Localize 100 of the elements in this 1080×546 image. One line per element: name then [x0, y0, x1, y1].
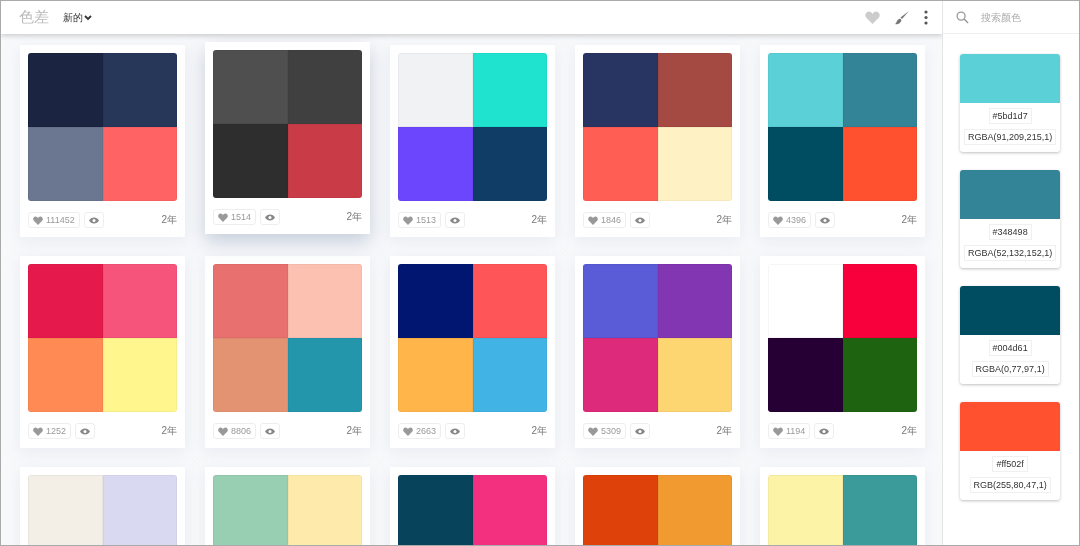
brush-icon[interactable] — [894, 9, 911, 26]
view-button[interactable] — [260, 423, 281, 439]
color-swatch[interactable] — [768, 475, 843, 545]
color-swatch[interactable] — [28, 338, 103, 412]
palette-card[interactable]: 2663 2年 — [390, 256, 555, 448]
rgba-code[interactable]: RGBA(52,132,152,1) — [964, 245, 1057, 261]
like-button[interactable]: 4396 — [768, 212, 812, 228]
view-button[interactable] — [445, 423, 466, 439]
color-swatch[interactable] — [768, 53, 843, 127]
rgba-code[interactable]: RGBA(0,77,97,1) — [971, 361, 1049, 377]
color-swatch[interactable] — [768, 338, 843, 412]
color-swatch[interactable] — [842, 53, 917, 127]
like-button[interactable]: 1514 — [213, 209, 257, 225]
palette-card[interactable]: 1514 2年 — [205, 42, 370, 234]
color-swatch[interactable] — [398, 127, 473, 201]
like-button[interactable]: 1252 — [28, 423, 72, 439]
color-swatch[interactable] — [768, 264, 843, 338]
like-button[interactable]: 8806 — [213, 423, 257, 439]
more-icon[interactable] — [924, 10, 929, 25]
color-swatch[interactable] — [472, 264, 547, 338]
palette-card[interactable]: 1513 2年 — [390, 45, 555, 237]
heart-icon — [33, 426, 43, 436]
chevron-down-icon — [84, 14, 92, 21]
color-swatch[interactable] — [102, 264, 177, 338]
color-swatch[interactable] — [657, 53, 732, 127]
color-swatch[interactable] — [842, 338, 917, 412]
palette-card[interactable]: 5309 2年 — [575, 256, 740, 448]
eye-icon — [80, 427, 91, 435]
view-button[interactable] — [75, 423, 96, 439]
color-swatch[interactable] — [102, 338, 177, 412]
sort-dropdown[interactable]: 新的 — [63, 10, 92, 25]
color-swatch[interactable] — [287, 338, 362, 412]
view-button[interactable] — [814, 423, 835, 439]
heart-icon — [773, 215, 783, 225]
color-swatch[interactable] — [583, 127, 658, 201]
color-swatch[interactable] — [583, 475, 658, 545]
hex-code[interactable]: #004d61 — [988, 340, 1032, 356]
color-swatch[interactable] — [287, 124, 362, 198]
color-swatch[interactable] — [472, 475, 547, 545]
color-swatch[interactable] — [102, 127, 177, 201]
color-swatch[interactable] — [842, 127, 917, 201]
view-button[interactable] — [630, 212, 651, 228]
color-swatch[interactable] — [102, 53, 177, 127]
eye-icon — [450, 427, 461, 435]
color-swatch[interactable] — [398, 338, 473, 412]
color-swatch[interactable] — [287, 50, 362, 124]
view-button[interactable] — [630, 423, 651, 439]
color-swatch[interactable] — [28, 475, 103, 545]
color-swatch[interactable] — [213, 338, 288, 412]
color-swatch[interactable] — [398, 475, 473, 545]
view-button[interactable] — [83, 212, 104, 228]
heart-icon — [403, 426, 413, 436]
color-swatch[interactable] — [213, 124, 288, 198]
view-button[interactable] — [445, 212, 466, 228]
color-swatch[interactable] — [583, 264, 658, 338]
like-button[interactable]: 2663 — [398, 423, 442, 439]
view-button[interactable] — [815, 212, 836, 228]
palette-card[interactable]: 4396 2年 — [760, 45, 925, 237]
color-swatch[interactable] — [583, 338, 658, 412]
heart-icon — [218, 212, 228, 222]
like-button[interactable]: 5309 — [583, 423, 627, 439]
heart-icon[interactable] — [865, 11, 881, 24]
age-label: 2年 — [161, 424, 177, 438]
palette-card[interactable]: 8806 2年 — [205, 256, 370, 448]
color-swatch[interactable] — [102, 475, 177, 545]
color-swatch[interactable] — [398, 53, 473, 127]
palette-card[interactable]: 1194 2年 — [760, 256, 925, 448]
color-swatch[interactable] — [842, 475, 917, 545]
rgba-code[interactable]: RGBA(91,209,215,1) — [964, 129, 1057, 145]
view-button[interactable] — [260, 209, 281, 225]
palette-card[interactable]: 1252 2年 — [20, 256, 185, 448]
hex-code[interactable]: #348498 — [988, 224, 1032, 240]
palette-card[interactable]: 111452 2年 — [20, 45, 185, 237]
like-button[interactable]: 1194 — [768, 423, 811, 439]
color-swatch[interactable] — [842, 264, 917, 338]
color-swatch[interactable] — [213, 50, 288, 124]
color-swatch[interactable] — [657, 338, 732, 412]
like-button[interactable]: 1513 — [398, 212, 442, 228]
rgba-code[interactable]: RGB(255,80,47,1) — [969, 477, 1051, 493]
color-swatch[interactable] — [287, 264, 362, 338]
color-swatch[interactable] — [287, 475, 362, 545]
hex-code[interactable]: #5bd1d7 — [988, 108, 1032, 124]
color-swatch[interactable] — [657, 127, 732, 201]
color-swatch[interactable] — [398, 264, 473, 338]
like-button[interactable]: 1846 — [583, 212, 627, 228]
color-swatch[interactable] — [472, 127, 547, 201]
color-swatch[interactable] — [472, 338, 547, 412]
color-swatch[interactable] — [28, 264, 103, 338]
color-swatch[interactable] — [583, 53, 658, 127]
color-swatch[interactable] — [472, 53, 547, 127]
hex-code[interactable]: #ff502f — [992, 456, 1028, 472]
color-swatch[interactable] — [28, 127, 103, 201]
like-button[interactable]: 111452 — [28, 212, 80, 228]
color-swatch[interactable] — [213, 475, 288, 545]
color-swatch[interactable] — [28, 53, 103, 127]
color-swatch[interactable] — [657, 475, 732, 545]
color-swatch[interactable] — [768, 127, 843, 201]
color-swatch[interactable] — [213, 264, 288, 338]
palette-card[interactable]: 1846 2年 — [575, 45, 740, 237]
color-swatch[interactable] — [657, 264, 732, 338]
